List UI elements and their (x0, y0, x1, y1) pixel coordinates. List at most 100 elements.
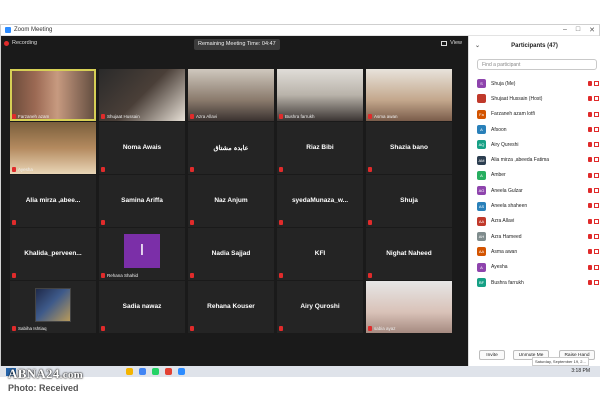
invite-button[interactable]: Invite (479, 350, 505, 360)
participant-row[interactable]: AM Alia mirza ,abeeda Fatima (477, 152, 600, 167)
video-off-icon (594, 188, 599, 194)
participant-row[interactable]: Fa Farzaneh azam lotfi (477, 107, 600, 122)
tile-label: Ayesha (12, 167, 33, 172)
zoom-taskbar-icon[interactable] (178, 368, 185, 375)
app-icon[interactable] (165, 368, 172, 375)
video-tile[interactable]: Noma Awais (99, 122, 185, 174)
participant-name: Naz Anjum (214, 197, 248, 204)
video-tile[interactable]: Samina Ariffa (99, 175, 185, 227)
title-bar: Zoom Meeting – □ ✕ (1, 25, 599, 36)
participant-row[interactable]: AG Aneela Gulzar (477, 183, 600, 198)
video-tile[interactable]: Khalida_perveen... (10, 228, 96, 280)
muted-mic-icon (588, 157, 592, 163)
participant-name: Farzaneh azam lotfi (491, 111, 535, 118)
muted-mic-icon (190, 273, 194, 278)
muted-mic-icon (190, 167, 194, 172)
participant-row[interactable]: A Amber (477, 168, 600, 183)
video-tile[interactable]: Nadia Sajjad (188, 228, 274, 280)
window-title: Zoom Meeting (14, 27, 53, 33)
recording-indicator[interactable]: Recording (4, 40, 37, 46)
participant-row[interactable]: AA Asma awan (477, 244, 600, 259)
video-tile[interactable]: Azra Allavi (188, 69, 274, 121)
participant-name: Riaz Bibi (306, 144, 334, 151)
participant-name: Shujaat Hussain (Host) (491, 95, 543, 102)
participant-row[interactable]: AH Azra Hameed (477, 229, 600, 244)
tile-label: Bushra farrukh (279, 114, 315, 119)
meeting-topbar: Recording Remaining Meeting Time: 04:47 … (1, 36, 468, 54)
participant-name: Amber (491, 172, 506, 179)
participant-name: Afsoon (491, 126, 507, 133)
muted-mic-icon (12, 326, 16, 331)
participant-row[interactable]: AS Aneela shaheen (477, 198, 600, 213)
video-off-icon (594, 96, 599, 102)
participant-row[interactable]: AA Azra Allavi (477, 214, 600, 229)
close-button[interactable]: ✕ (589, 26, 595, 34)
participant-row[interactable]: BF Bushra farrukh (477, 275, 600, 290)
muted-mic-icon (588, 96, 592, 102)
tile-label (279, 220, 285, 225)
participant-name: Shuja (Me) (491, 80, 516, 87)
video-tile[interactable]: Naz Anjum (188, 175, 274, 227)
participants-header: ⌄ Participants (47) (469, 36, 600, 56)
muted-mic-icon (368, 326, 372, 331)
video-tile[interactable]: Shazia bano (366, 122, 452, 174)
muted-mic-icon (588, 142, 592, 148)
video-tile[interactable]: Airy Quroshi (277, 281, 363, 333)
video-tile[interactable]: Ayesha (10, 122, 96, 174)
video-tile[interactable]: Asma awan (366, 69, 452, 121)
video-off-icon (594, 157, 599, 163)
video-tile[interactable]: KFI (277, 228, 363, 280)
participant-name: Shazia bano (390, 144, 428, 151)
grid-view-icon (441, 40, 448, 46)
view-label: View (450, 40, 462, 46)
muted-mic-icon (101, 167, 105, 172)
video-tile[interactable]: Nighat Naheed (366, 228, 452, 280)
tile-label (12, 273, 18, 278)
muted-mic-icon (368, 167, 372, 172)
view-button[interactable]: View (441, 40, 462, 46)
avatar: I (124, 234, 160, 268)
muted-mic-icon (588, 172, 592, 178)
muted-mic-icon (588, 218, 592, 224)
date-tooltip: Saturday, September 19, 2... (532, 357, 589, 366)
video-tile[interactable]: Sadia nawaz (99, 281, 185, 333)
tile-label: Shujaat Hussain (101, 114, 140, 119)
participant-row[interactable]: A Ayesha (477, 260, 600, 275)
avatar: AS (477, 201, 486, 211)
minimize-button[interactable]: – (563, 26, 567, 34)
video-off-icon (594, 264, 599, 270)
video-tile[interactable]: Sabiha Ishtiaq (10, 281, 96, 333)
whatsapp-icon[interactable] (152, 368, 159, 375)
muted-mic-icon (368, 273, 372, 278)
muted-mic-icon (190, 220, 194, 225)
muted-mic-icon (190, 114, 194, 119)
video-tile[interactable]: عابدہ مشتاق (188, 122, 274, 174)
chevron-down-icon[interactable]: ⌄ (475, 42, 480, 49)
file-explorer-icon[interactable] (126, 368, 133, 375)
muted-mic-icon (12, 220, 16, 225)
participant-row[interactable]: Shujaat Hussain (Host) (477, 91, 600, 106)
chrome-icon[interactable] (139, 368, 146, 375)
tile-label-text: sabia ayaz (374, 326, 396, 331)
clock-time[interactable]: 3:18 PM (571, 368, 590, 374)
video-tile[interactable]: Shuja (366, 175, 452, 227)
video-tile[interactable]: sabia ayaz (366, 281, 452, 333)
video-tile[interactable]: I Rehana Shahid (99, 228, 185, 280)
muted-mic-icon (588, 233, 592, 239)
video-tile[interactable]: Riaz Bibi (277, 122, 363, 174)
participant-row[interactable]: A Afsoon (477, 122, 600, 137)
participant-row[interactable]: AQ Airy Qureshi (477, 137, 600, 152)
avatar: AH (477, 232, 486, 242)
video-tile[interactable]: Alia mirza ,abee... (10, 175, 96, 227)
participant-search-input[interactable]: Find a participant (477, 59, 597, 70)
video-tile[interactable]: Farzaneh azam (10, 69, 96, 121)
tile-label-text: Bushra farrukh (285, 114, 315, 119)
video-off-icon (594, 249, 599, 255)
video-tile[interactable]: Rehana Kouser (188, 281, 274, 333)
tile-label: sabia ayaz (368, 326, 396, 331)
video-tile[interactable]: syedaMunaza_w... (277, 175, 363, 227)
video-tile[interactable]: Shujaat Hussain (99, 69, 185, 121)
maximize-button[interactable]: □ (576, 26, 580, 34)
video-tile[interactable]: Bushra farrukh (277, 69, 363, 121)
participant-row[interactable]: S Shuja (Me) (477, 76, 600, 91)
